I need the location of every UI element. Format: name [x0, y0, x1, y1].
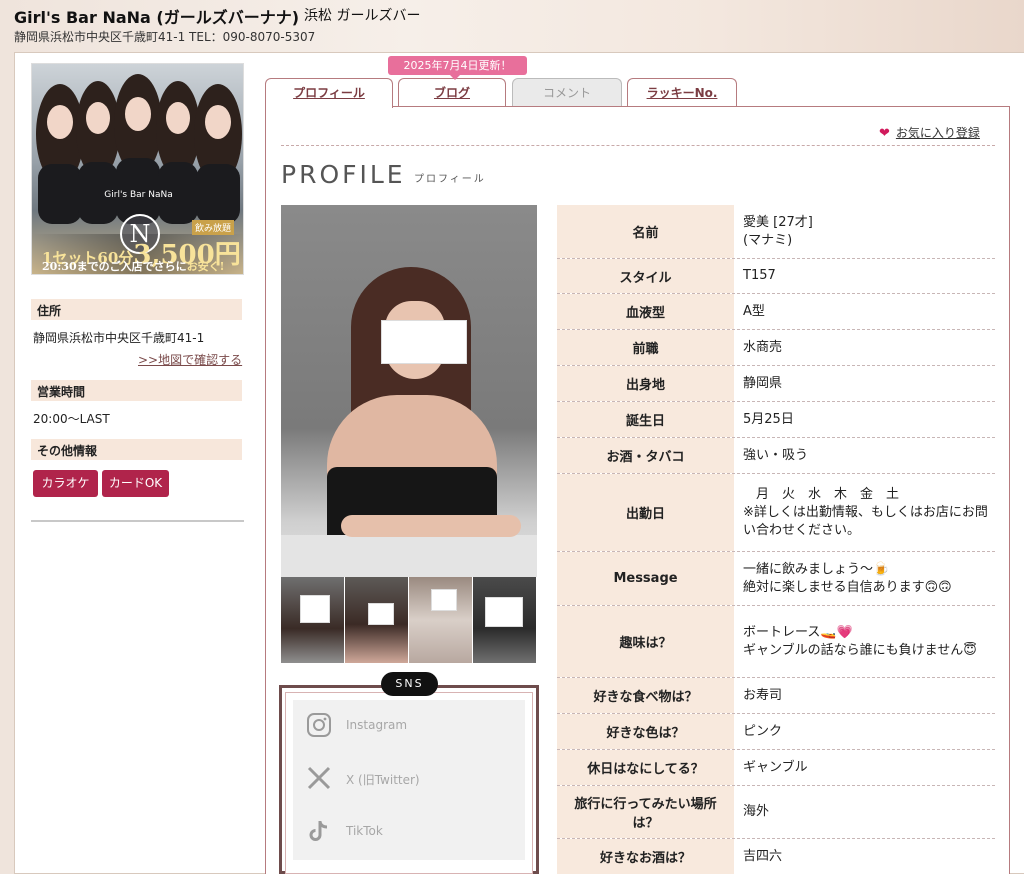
profile-value: ギャンブル	[743, 759, 808, 775]
face-mosaic	[381, 320, 467, 364]
profile-title-jp: プロフィール	[414, 174, 486, 185]
sns-x-label: X (旧Twitter)	[346, 773, 420, 787]
logo-text: Girl's Bar NaNa	[104, 190, 173, 200]
update-badge: 2025年7月4日更新！	[388, 56, 527, 80]
profile-value: お寿司	[743, 687, 783, 703]
sidebar-divider	[31, 520, 244, 522]
profile-row-previous-job: 前職 水商売	[557, 330, 995, 366]
profile-key: 出勤日	[557, 474, 734, 551]
profile-value: 吉四六	[743, 848, 783, 864]
map-link[interactable]: >>地図で確認する	[138, 351, 242, 368]
cast-main-photo[interactable]	[281, 205, 537, 577]
hours-heading: 営業時間	[31, 380, 242, 401]
thumbnail-mosaic	[368, 603, 394, 625]
profile-value: 一緒に飲みましょう〜🍺 絶対に楽しませる自信あります🙃🙃	[743, 561, 952, 595]
thumbnail-mosaic	[485, 597, 523, 627]
profile-row-birthday: 誕生日 5月25日	[557, 402, 995, 438]
thumbnail-mosaic	[300, 595, 330, 623]
tiktok-icon	[309, 821, 328, 841]
early-entry-text: 20:30までのご入店でさらにお安く!	[42, 258, 225, 274]
photo-arm	[341, 515, 521, 537]
profile-key: 出身地	[557, 366, 734, 401]
tab-comment: コメント	[512, 78, 622, 107]
favorite-button[interactable]: ❤ お気に入り登録	[879, 124, 980, 141]
profile-key: 好きな色は？	[557, 714, 734, 749]
profile-key: スタイル	[557, 259, 734, 293]
nomihoudai-label: 飲み放題	[192, 220, 235, 235]
favorite-divider	[281, 145, 995, 146]
profile-key: 好きな食べ物は？	[557, 678, 734, 713]
profile-key: お酒・タバコ	[557, 438, 734, 473]
profile-value: 月 火 水 木 金 土 ※詳しくは出勤情報、もしくはお店にお問い合わせください。	[743, 486, 988, 538]
profile-key: 旅行に行ってみたい場所は？	[557, 786, 734, 838]
tab-profile[interactable]: プロフィール	[265, 78, 393, 108]
profile-row-work-days: 出勤日 月 火 水 木 金 土 ※詳しくは出勤情報、もしくはお店にお問い合わせく…	[557, 474, 995, 552]
profile-row-favorite-food: 好きな食べ物は？ お寿司	[557, 678, 995, 714]
early-highlight: お安く!	[186, 260, 225, 273]
address-text: 静岡県浜松市中央区千歳町41-1	[33, 331, 205, 345]
profile-value: 海外	[743, 804, 770, 819]
site-title[interactable]: Girl's Bar NaNa (ガールズバーナナ)	[14, 4, 299, 28]
thumbnail-3[interactable]	[409, 577, 472, 663]
sns-instagram-label: Instagram	[346, 718, 408, 732]
profile-key: Message	[557, 552, 734, 605]
profile-key: 血液型	[557, 294, 734, 329]
profile-row-favorite-color: 好きな色は？ ピンク	[557, 714, 995, 750]
profile-key: 前職	[557, 330, 734, 365]
sns-tiktok-label: TikTok	[346, 824, 383, 838]
shop-banner[interactable]: N 飲み放題 1セット60分3,500円 20:30までのご入店でさらにお安く!…	[31, 63, 244, 275]
profile-row-drink-smoke: お酒・タバコ 強い・吸う	[557, 438, 995, 474]
profile-value: ボートレース🚤💗 ギャンブルの話なら誰にも負けません😇	[743, 624, 977, 658]
early-text: 20:30までのご入店でさらに	[42, 260, 187, 273]
profile-value: 水商売	[743, 339, 783, 355]
site-address: 静岡県浜松市中央区千歳町41-1 TEL：090-8070-5307	[14, 30, 316, 44]
profile-row-travel: 旅行に行ってみたい場所は？ 海外	[557, 786, 995, 839]
x-icon	[307, 766, 331, 790]
profile-row-holiday: 休日はなにしてる？ ギャンブル	[557, 750, 995, 786]
tag-card-ok[interactable]: カードOK	[102, 470, 169, 497]
site-header: Girl's Bar NaNa (ガールズバーナナ) 浜松 ガールズバー 静岡県…	[14, 2, 1014, 46]
profile-value: 静岡県	[743, 375, 783, 391]
site-subtitle: 浜松 ガールズバー	[304, 8, 421, 24]
profile-key: 休日はなにしてる？	[557, 750, 734, 785]
thumbnail-mosaic	[431, 589, 457, 611]
address-heading: 住所	[31, 299, 242, 320]
tag-karaoke[interactable]: カラオケ	[33, 470, 98, 497]
profile-value: 愛美 [27才] (マナミ)	[743, 214, 813, 248]
profile-key: 誕生日	[557, 402, 734, 437]
profile-value: A型	[743, 303, 765, 319]
other-info-heading: その他情報	[31, 439, 242, 460]
thumbnail-1[interactable]	[281, 577, 344, 663]
cast-group-image	[36, 74, 242, 224]
profile-value: 強い・吸う	[743, 447, 809, 463]
thumbnail-2[interactable]	[345, 577, 408, 663]
hours-text: 20:00〜LAST	[33, 412, 110, 426]
profile-row-name: 名前 愛美 [27才] (マナミ)	[557, 205, 995, 259]
profile-key: 好きなお酒は？	[557, 839, 734, 874]
profile-row-style: スタイル T157	[557, 259, 995, 294]
profile-value: ピンク	[743, 723, 783, 739]
thumbnail-4[interactable]	[473, 577, 536, 663]
profile-key: 趣味は？	[557, 606, 734, 677]
profile-row-blood-type: 血液型 A型	[557, 294, 995, 330]
heart-icon: ❤	[879, 126, 890, 141]
profile-value: 5月25日	[743, 411, 794, 427]
profile-row-hometown: 出身地 静岡県	[557, 366, 995, 402]
profile-value: T157	[743, 268, 776, 283]
profile-title: PROFILE	[281, 160, 406, 189]
instagram-icon	[307, 713, 331, 737]
profile-row-hobby: 趣味は？ ボートレース🚤💗 ギャンブルの話なら誰にも負けません😇	[557, 606, 995, 678]
profile-key: 名前	[557, 205, 734, 258]
tab-lucky-number[interactable]: ラッキーNo.	[627, 78, 737, 107]
sns-label: SNS	[381, 672, 438, 696]
profile-row-message: Message 一緒に飲みましょう〜🍺 絶対に楽しませる自信あります🙃🙃	[557, 552, 995, 606]
profile-row-favorite-drink: 好きなお酒は？ 吉四六	[557, 839, 995, 874]
favorite-label: お気に入り登録	[895, 126, 980, 140]
photo-table	[281, 535, 537, 577]
